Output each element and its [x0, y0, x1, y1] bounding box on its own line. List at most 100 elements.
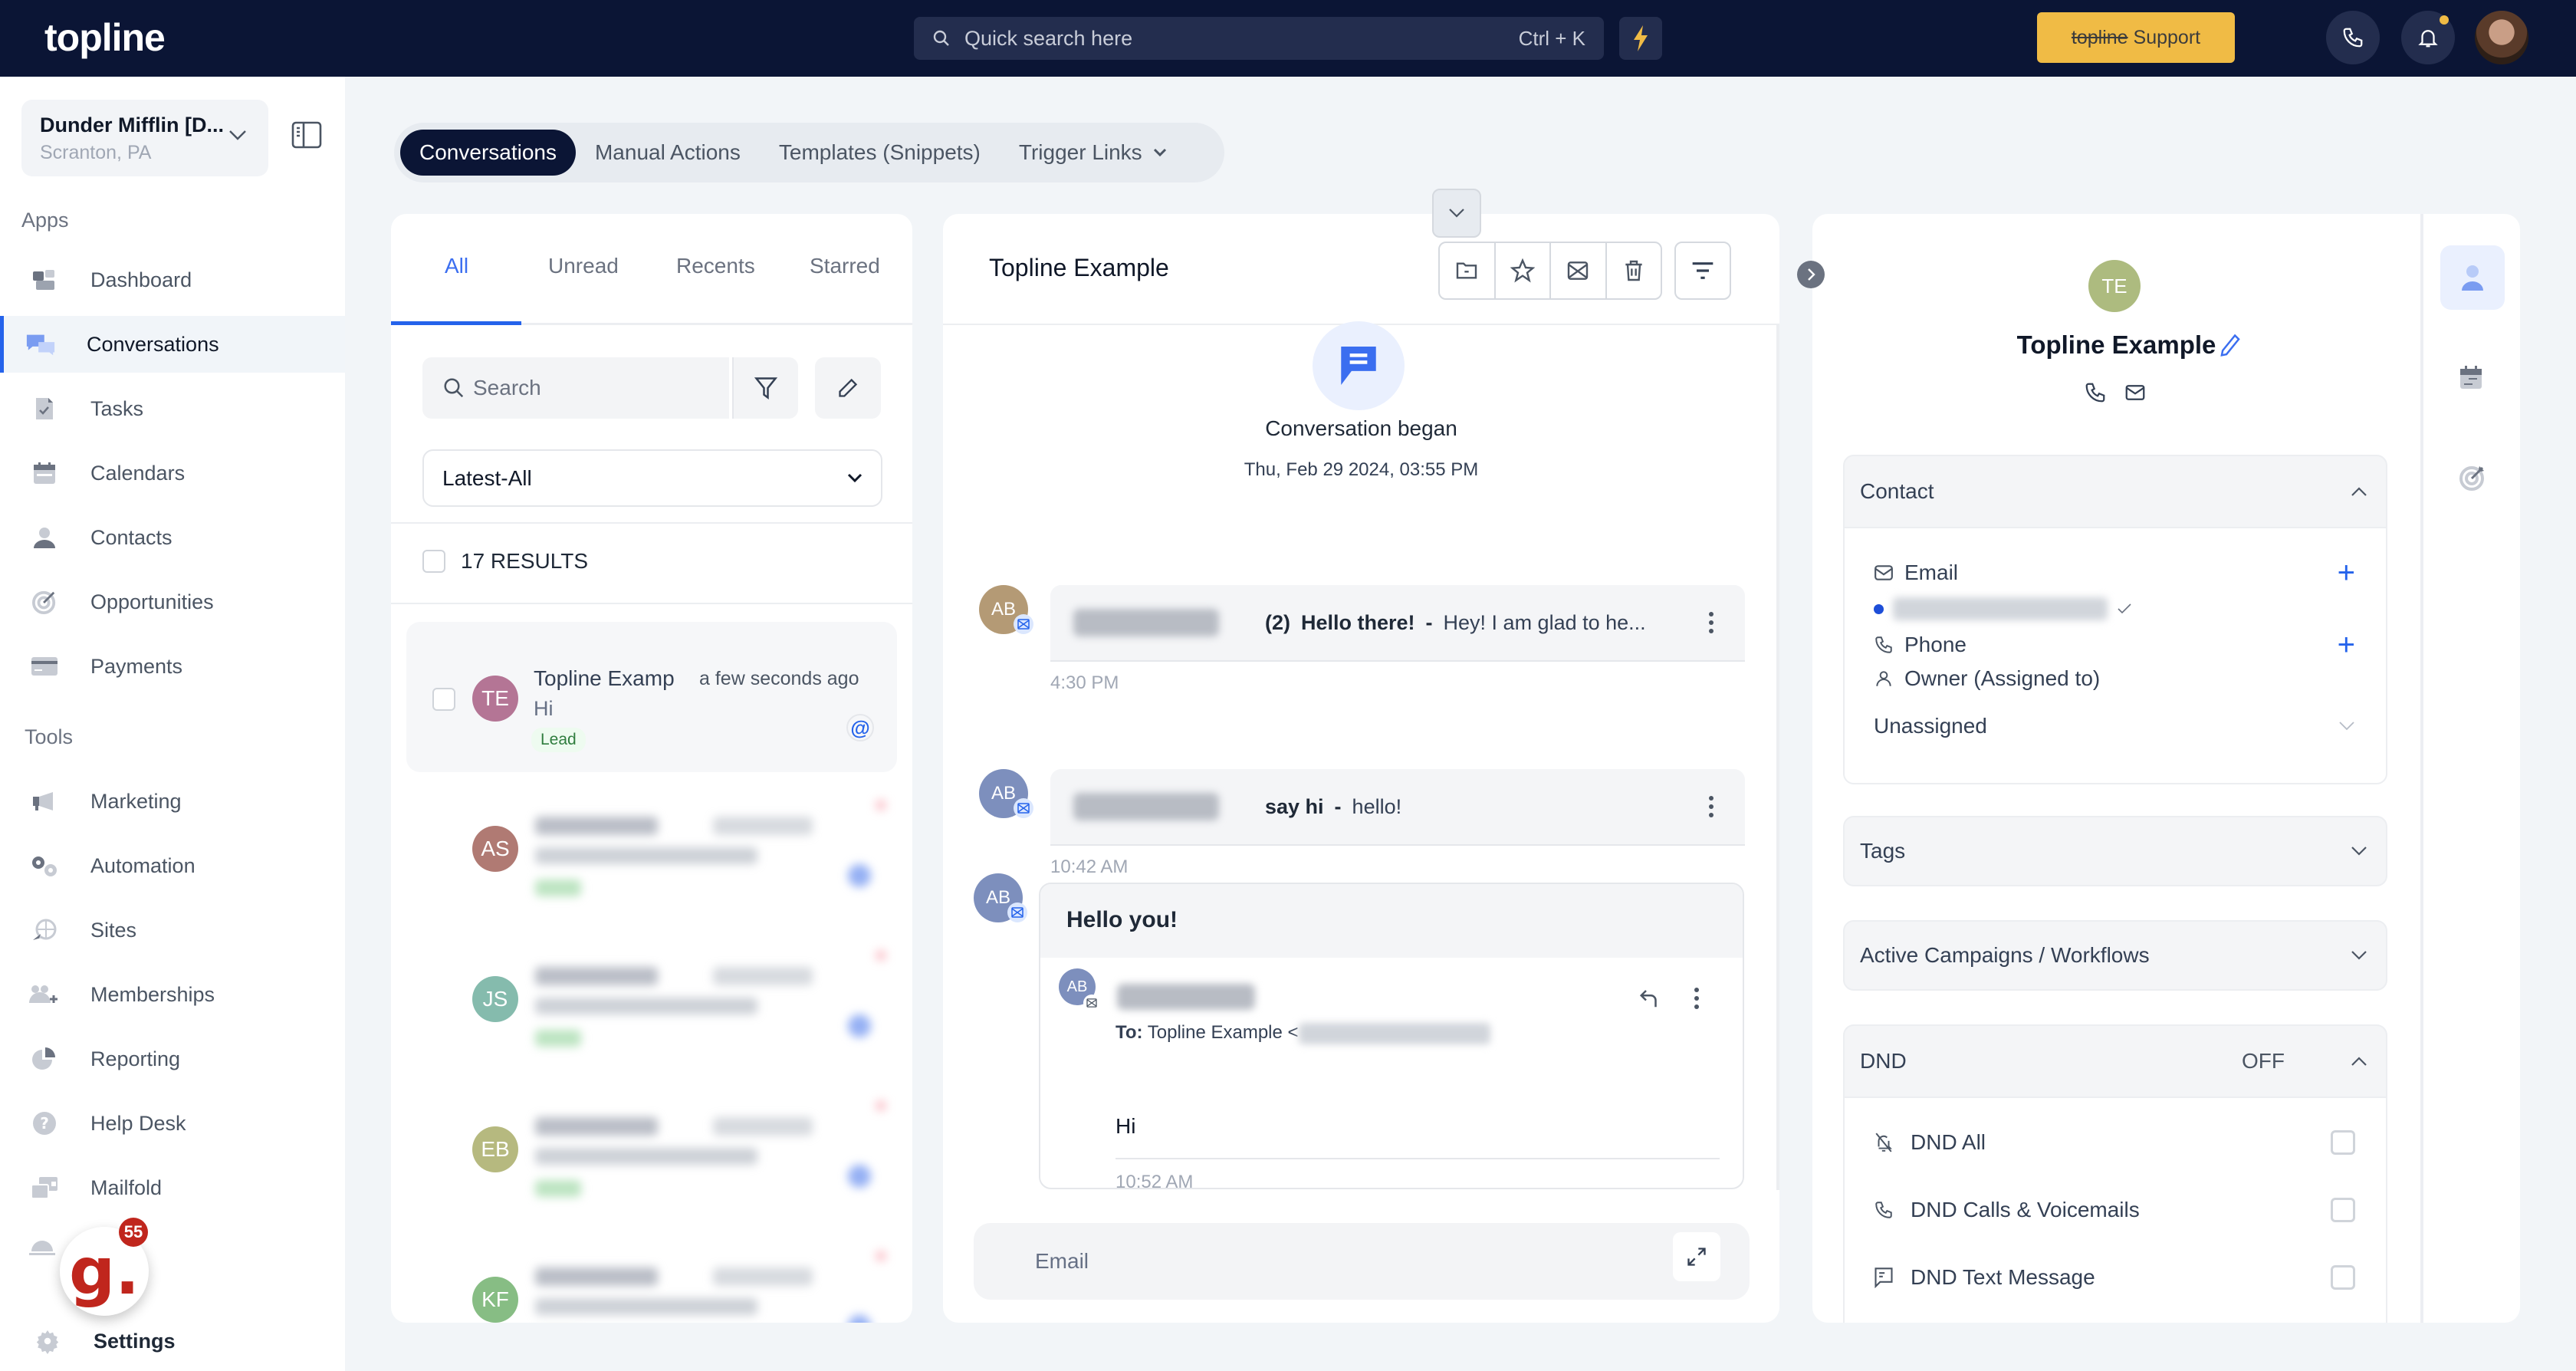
- pie-chart-icon: [29, 1044, 60, 1074]
- owner-select[interactable]: Unassigned: [1845, 705, 2386, 748]
- composer-input[interactable]: Email: [974, 1223, 1750, 1300]
- message-preview: Hey! I am glad to he...: [1443, 610, 1646, 634]
- select-all-checkbox[interactable]: [422, 550, 445, 573]
- dnd-text-checkbox[interactable]: [2331, 1265, 2355, 1290]
- contact-section-header[interactable]: Contact: [1845, 456, 2386, 527]
- more-options-icon[interactable]: [1694, 987, 1700, 1010]
- chevron-down-icon: [2351, 846, 2367, 856]
- delete-button[interactable]: [1607, 243, 1661, 298]
- chevron-down-icon: [227, 127, 248, 143]
- sort-select[interactable]: Latest-All: [422, 449, 882, 507]
- support-button[interactable]: topline Support: [2037, 12, 2235, 63]
- dnd-status: OFF: [2242, 1049, 2285, 1073]
- sidebar-item-dashboard[interactable]: Dashboard: [0, 252, 345, 308]
- sidebar-item-settings[interactable]: Settings: [0, 1313, 345, 1369]
- sidebar-item-memberships[interactable]: Memberships: [0, 966, 345, 1023]
- logo[interactable]: topline: [44, 15, 166, 60]
- sidebar-item-calendars[interactable]: Calendars: [0, 445, 345, 501]
- quick-search-input[interactable]: Quick search here Ctrl + K: [914, 17, 1604, 60]
- phone-icon: [2341, 26, 2364, 49]
- contact-section-title: Contact: [1860, 479, 1934, 503]
- dnd-section-header[interactable]: DND OFF: [1845, 1026, 2386, 1096]
- phone-button[interactable]: [2326, 11, 2380, 64]
- email-field-row: Email +: [1845, 556, 2386, 590]
- filter-tab-starred[interactable]: Starred: [810, 254, 880, 278]
- email-contact-icon[interactable]: [2124, 381, 2147, 404]
- sidebar-item-opportunities[interactable]: Opportunities: [0, 574, 345, 630]
- more-options-icon[interactable]: [1708, 795, 1714, 818]
- conversation-item[interactable]: JS: [406, 922, 897, 1073]
- user-avatar[interactable]: [2475, 11, 2528, 64]
- sidebar-item-label: Marketing: [90, 789, 182, 813]
- scrollbar-track[interactable]: [1776, 324, 1779, 1190]
- rail-opportunities-icon[interactable]: [2459, 465, 2486, 491]
- quick-actions-button[interactable]: [1619, 17, 1662, 60]
- search-shortcut: Ctrl + K: [1518, 26, 1585, 50]
- sidebar-item-reporting[interactable]: Reporting: [0, 1031, 345, 1087]
- sidebar-item-payments[interactable]: Payments: [0, 638, 345, 695]
- conversation-item[interactable]: TE Topline Examp a few seconds ago Hi Le…: [406, 622, 897, 772]
- sidebar-item-help-desk[interactable]: ? Help Desk: [0, 1095, 345, 1152]
- mark-unread-button[interactable]: [1551, 243, 1607, 298]
- sidebar-item-tasks[interactable]: Tasks: [0, 380, 345, 437]
- verified-check-icon: [2117, 603, 2132, 615]
- conversation-item[interactable]: EB: [406, 1073, 897, 1223]
- recipient-email-redacted: [1298, 1022, 1490, 1044]
- filter-tab-unread[interactable]: Unread: [548, 254, 619, 278]
- email-badge-icon: [1083, 995, 1100, 1011]
- filter-button[interactable]: [732, 357, 798, 419]
- sidebar-item-sites[interactable]: Sites: [0, 902, 345, 958]
- conversation-checkbox[interactable]: [432, 688, 455, 711]
- conversation-actions: [1438, 242, 1662, 300]
- rail-contact-button[interactable]: [2440, 245, 2505, 310]
- add-email-button[interactable]: +: [2338, 556, 2355, 590]
- more-options-icon[interactable]: [1708, 611, 1714, 634]
- edit-contact-icon[interactable]: [2219, 334, 2242, 358]
- tab-templates[interactable]: Templates (Snippets): [760, 130, 1000, 176]
- expand-composer-button[interactable]: [1673, 1232, 1720, 1281]
- message-count: (2): [1265, 610, 1290, 634]
- archive-button[interactable]: [1440, 243, 1496, 298]
- compose-button[interactable]: [815, 357, 881, 419]
- chevron-down-icon: [1153, 148, 1167, 157]
- tags-section[interactable]: Tags: [1843, 816, 2387, 886]
- sidebar-item-conversations[interactable]: Conversations: [0, 316, 345, 373]
- svg-text:?: ?: [40, 1114, 49, 1133]
- collapse-header-button[interactable]: [1432, 189, 1481, 238]
- lead-tag: Lead: [531, 728, 586, 752]
- tab-manual-actions[interactable]: Manual Actions: [576, 130, 760, 176]
- sidebar-item-marketing[interactable]: Marketing: [0, 773, 345, 830]
- conversation-search-input[interactable]: Search: [422, 357, 729, 419]
- filter-tab-recents[interactable]: Recents: [676, 254, 755, 278]
- divider: [1116, 1158, 1720, 1159]
- campaigns-section[interactable]: Active Campaigns / Workflows: [1843, 920, 2387, 991]
- reply-icon[interactable]: [1638, 987, 1661, 1010]
- sidebar-toggle-icon[interactable]: [291, 121, 322, 149]
- gears-icon: [29, 850, 60, 881]
- sidebar-item-label: Mailfold: [90, 1175, 163, 1199]
- sidebar-item-label: Conversations: [87, 332, 219, 356]
- dnd-all-checkbox[interactable]: [2331, 1130, 2355, 1155]
- message-row[interactable]: (2) Hello there! - Hey! I am glad to he.…: [1050, 585, 1745, 662]
- sidebar-item-contacts[interactable]: Contacts: [0, 509, 345, 566]
- tab-conversations[interactable]: Conversations: [400, 130, 576, 176]
- collapse-contact-panel-button[interactable]: [1797, 261, 1825, 288]
- conversation-item[interactable]: KF: [406, 1223, 897, 1323]
- composer-placeholder: Email: [1035, 1249, 1089, 1273]
- dnd-calls-checkbox[interactable]: [2331, 1198, 2355, 1222]
- star-button[interactable]: [1496, 243, 1551, 298]
- filter-tab-all[interactable]: All: [445, 254, 468, 278]
- message-separator: -: [1334, 794, 1342, 818]
- conversation-item[interactable]: AS: [406, 772, 897, 922]
- tab-trigger-links-label: Trigger Links: [1018, 140, 1142, 164]
- sidebar-item-mailfold[interactable]: Mailfold: [0, 1159, 345, 1216]
- g-widget-count-badge: 55: [119, 1218, 148, 1247]
- sidebar-item-automation[interactable]: Automation: [0, 837, 345, 894]
- add-phone-button[interactable]: +: [2338, 628, 2355, 662]
- conversation-title: Topline Example: [989, 254, 1169, 281]
- tab-trigger-links[interactable]: Trigger Links: [1000, 130, 1186, 176]
- message-row[interactable]: say hi - hello!: [1050, 769, 1745, 846]
- call-contact-icon[interactable]: [2084, 381, 2107, 404]
- rail-calendar-icon[interactable]: [2459, 365, 2482, 390]
- message-filter-button[interactable]: [1674, 242, 1731, 300]
